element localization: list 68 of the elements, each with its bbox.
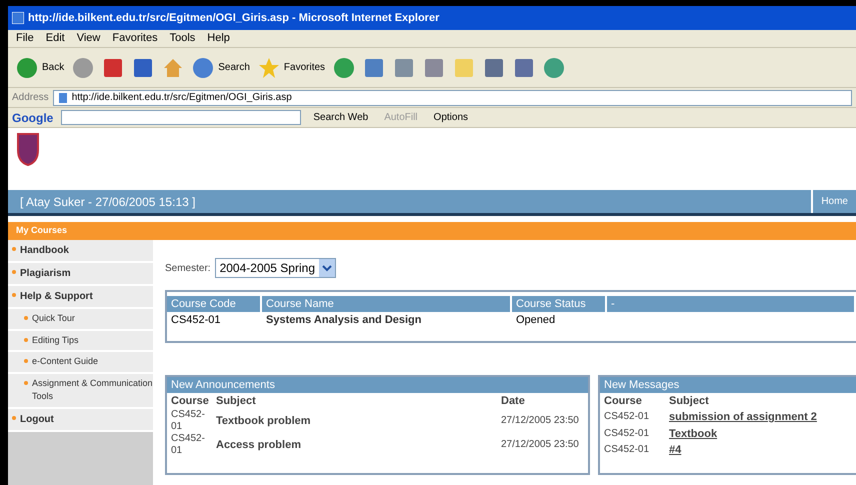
column-header: Date <box>500 394 526 408</box>
sidebar-item[interactable]: e-Content Guide <box>8 352 153 374</box>
address-label: Address <box>12 91 49 105</box>
menu-item[interactable]: File <box>16 30 34 47</box>
table-cell-text: Systems Analysis and Design <box>265 313 422 328</box>
semester-select[interactable]: 2004-2005 Spring <box>214 258 336 278</box>
column-header: Course <box>170 394 210 408</box>
sidebar-item[interactable]: Editing Tips <box>8 330 153 352</box>
table-cell-text: CS452-01 <box>603 443 650 457</box>
menu-item[interactable]: Tools <box>170 30 196 47</box>
column-header: Course <box>603 394 643 408</box>
message-link[interactable]: Textbook <box>665 426 856 442</box>
column-header: Course Status <box>512 296 607 312</box>
semester-label: Semester: <box>165 262 211 276</box>
panel-title: New Messages <box>600 376 856 392</box>
message-link[interactable]: submission of assignment 2 <box>665 409 856 426</box>
menu-item[interactable]: Edit <box>46 30 65 47</box>
table-cell-text: Textbook problem <box>215 415 312 427</box>
back-button[interactable]: Back <box>16 56 64 78</box>
bullet-icon <box>24 316 28 320</box>
table-cell-text: 27/12/2005 23:50 <box>500 439 580 451</box>
menu-item[interactable]: View <box>76 30 100 47</box>
home-button[interactable] <box>162 56 184 78</box>
column-header: Subject <box>215 394 257 408</box>
browser-icon <box>12 12 24 24</box>
bullet-icon <box>12 270 16 274</box>
favorites-button[interactable]: Favorites <box>258 56 326 78</box>
table-cell-text: CS452-01 <box>170 409 206 433</box>
sidebar-item[interactable]: Help & Support <box>8 286 153 309</box>
table-cell-text: CS452-01 <box>170 433 206 457</box>
bullet-icon <box>12 247 16 251</box>
bullet-icon <box>12 293 16 297</box>
bullet-icon <box>24 338 28 342</box>
table-cell-text: Opened <box>515 313 556 328</box>
search-web-button[interactable]: Search Web <box>309 110 372 125</box>
bullet-icon <box>12 416 16 420</box>
options-button[interactable]: Options <box>430 110 472 125</box>
column-header: Course Name <box>262 296 512 312</box>
table-cell-text: CS452-01 <box>603 426 650 440</box>
bullet-icon <box>24 380 28 384</box>
bullet-icon <box>24 359 28 363</box>
panel-title: New Announcements <box>167 376 588 392</box>
message-link[interactable]: #4 <box>665 442 856 458</box>
window-title: http://ide.bilkent.edu.tr/src/Egitmen/OGI_Giris.asp - Microsoft Internet Explorer <box>28 10 440 26</box>
sidebar-item[interactable]: Assignment & Communication Tools <box>8 374 153 408</box>
sidebar-item[interactable]: Plagiarism <box>8 263 153 286</box>
column-header: Course Code <box>167 296 262 312</box>
table-cell-text: 27/12/2005 23:50 <box>500 415 580 427</box>
table-cell-text: CS452-01 <box>603 410 650 424</box>
sidebar-item[interactable]: Logout <box>8 408 153 432</box>
menu-item[interactable]: Favorites <box>112 30 158 47</box>
star-icon <box>258 56 280 78</box>
sidebar-item[interactable]: Handbook <box>8 240 153 263</box>
address-field[interactable]: http://ide.bilkent.edu.tr/src/Egitmen/OGI_Giris.asp <box>52 90 852 106</box>
user-info: [ Atay Suker - 27/06/2005 15:13 ] <box>20 194 196 210</box>
menu-item[interactable]: Help <box>207 30 230 47</box>
house-icon <box>162 56 184 78</box>
dropdown-caret-icon <box>319 259 335 277</box>
section-title: My Courses <box>16 224 68 238</box>
sidebar-item[interactable]: Quick Tour <box>8 309 153 330</box>
crest-logo <box>16 132 40 166</box>
search-button[interactable]: Search <box>192 56 250 78</box>
column-header: - <box>607 296 856 312</box>
table-cell-text: CS452-01 <box>170 313 222 328</box>
google-logo[interactable]: Google <box>12 108 54 126</box>
table-cell-text: Access problem <box>215 439 302 451</box>
column-header: Subject <box>668 394 710 408</box>
google-search-field[interactable] <box>61 110 302 125</box>
